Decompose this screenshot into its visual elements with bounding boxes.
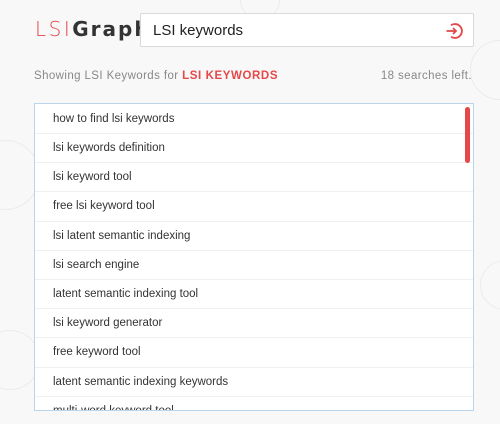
result-item[interactable]: multi-word keyword tool — [35, 397, 473, 410]
results-status: Showing LSI Keywords for LSI KEYWORDS 18… — [34, 70, 472, 82]
search-box — [140, 13, 474, 47]
results-list[interactable]: how to find lsi keywords lsi keywords def… — [34, 103, 474, 411]
scrollbar-thumb[interactable] — [465, 107, 470, 163]
result-item[interactable]: lsi keywords definition — [35, 134, 473, 164]
result-item[interactable]: lsi latent semantic indexing — [35, 222, 473, 251]
result-item[interactable]: free lsi keyword tool — [35, 192, 473, 222]
status-keyword: LSI KEYWORDS — [182, 70, 279, 82]
result-item[interactable]: latent semantic indexing tool — [35, 280, 473, 310]
logo-accent: Graph — [72, 17, 151, 41]
enter-circle-icon[interactable] — [445, 22, 463, 40]
result-item[interactable]: how to find lsi keywords — [35, 104, 473, 134]
result-item[interactable]: lsi keyword generator — [35, 309, 473, 339]
logo[interactable]: LSIGraph — [35, 17, 151, 41]
status-prefix: Showing LSI Keywords for — [34, 70, 179, 82]
result-item[interactable]: free keyword tool — [35, 338, 473, 368]
results-items: how to find lsi keywords lsi keywords def… — [35, 104, 473, 410]
searches-left-count: 18 searches left. — [380, 70, 472, 82]
search-input[interactable] — [153, 14, 423, 46]
result-item[interactable]: latent semantic indexing keywords — [35, 368, 473, 397]
logo-prefix: LSI — [35, 17, 73, 41]
result-item[interactable]: lsi search engine — [35, 251, 473, 280]
result-item[interactable]: lsi keyword tool — [35, 163, 473, 193]
